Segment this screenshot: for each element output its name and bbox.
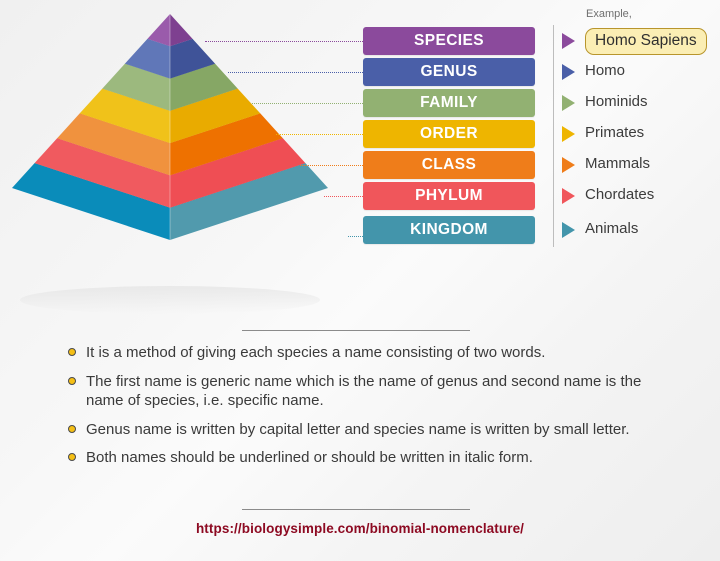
example-column-divider [553,25,554,247]
note-text: The first name is generic name which is … [86,372,642,410]
example-caption: Example, [586,8,632,20]
rank-bar-order[interactable]: ORDER [363,120,535,148]
note-text: Genus name is written by capital letter … [86,420,630,438]
example-arrow-genus [562,64,575,80]
connector-species [205,41,363,42]
note-item: Both names should be underlined or shoul… [68,448,668,468]
rank-bar-family[interactable]: FAMILY [363,89,535,117]
note-text: It is a method of giving each species a … [86,344,546,361]
example-label-class: Mammals [585,155,651,172]
example-arrow-phylum [562,188,575,204]
example-arrow-class [562,157,575,173]
example-arrow-kingdom [562,222,575,238]
example-label-family: Hominids [585,93,648,110]
example-label-order: Primates [585,124,645,141]
rank-bar-label: GENUS [420,63,478,80]
note-item: It is a method of giving each species a … [68,343,668,363]
rank-bar-label: KINGDOM [410,221,488,238]
note-item: The first name is generic name which is … [68,372,668,411]
taxonomy-pyramid [12,14,328,314]
connector-order [276,134,363,135]
rank-bar-phylum[interactable]: PHYLUM [363,182,535,210]
pyramid-tiers [12,14,328,240]
example-arrow-family [562,95,575,111]
bullet-icon [68,453,76,461]
rank-bar-label: CLASS [421,156,477,173]
connector-kingdom [348,236,363,237]
rank-bar-label: SPECIES [414,32,484,49]
bullet-icon [68,424,76,433]
bullet-icon [68,376,76,385]
species-example-badge[interactable]: Homo Sapiens [585,28,707,55]
rank-bar-label: FAMILY [420,94,478,111]
divider-bottom [242,509,470,510]
connector-class [300,165,363,166]
example-label-genus: Homo [585,62,626,79]
rank-bar-species[interactable]: SPECIES [363,27,535,55]
example-arrow-order [562,126,575,142]
rank-bar-label: ORDER [420,125,478,142]
example-label-kingdom: Animals [585,220,639,237]
connector-family [252,103,363,104]
divider-top [242,330,470,331]
connector-phylum [324,196,363,197]
note-text: Both names should be underlined or shoul… [86,449,533,466]
rank-bar-label: PHYLUM [415,187,483,204]
example-label-phylum: Chordates [585,186,655,203]
rank-bar-class[interactable]: CLASS [363,151,535,179]
infographic-canvas: SPECIES GENUS FAMILY ORDER CLASS PHYLUM KINGDO… [0,0,720,561]
example-arrow-species [562,33,575,49]
rank-bar-genus[interactable]: GENUS [363,58,535,86]
connector-genus [228,72,363,73]
source-url[interactable]: https://biologysimple.com/binomial-nomen… [0,521,720,536]
bullet-icon [68,348,76,356]
notes-list: It is a method of giving each species a … [68,343,668,477]
note-item: Genus name is written by capital letter … [68,420,668,440]
rank-bar-kingdom[interactable]: KINGDOM [363,216,535,244]
